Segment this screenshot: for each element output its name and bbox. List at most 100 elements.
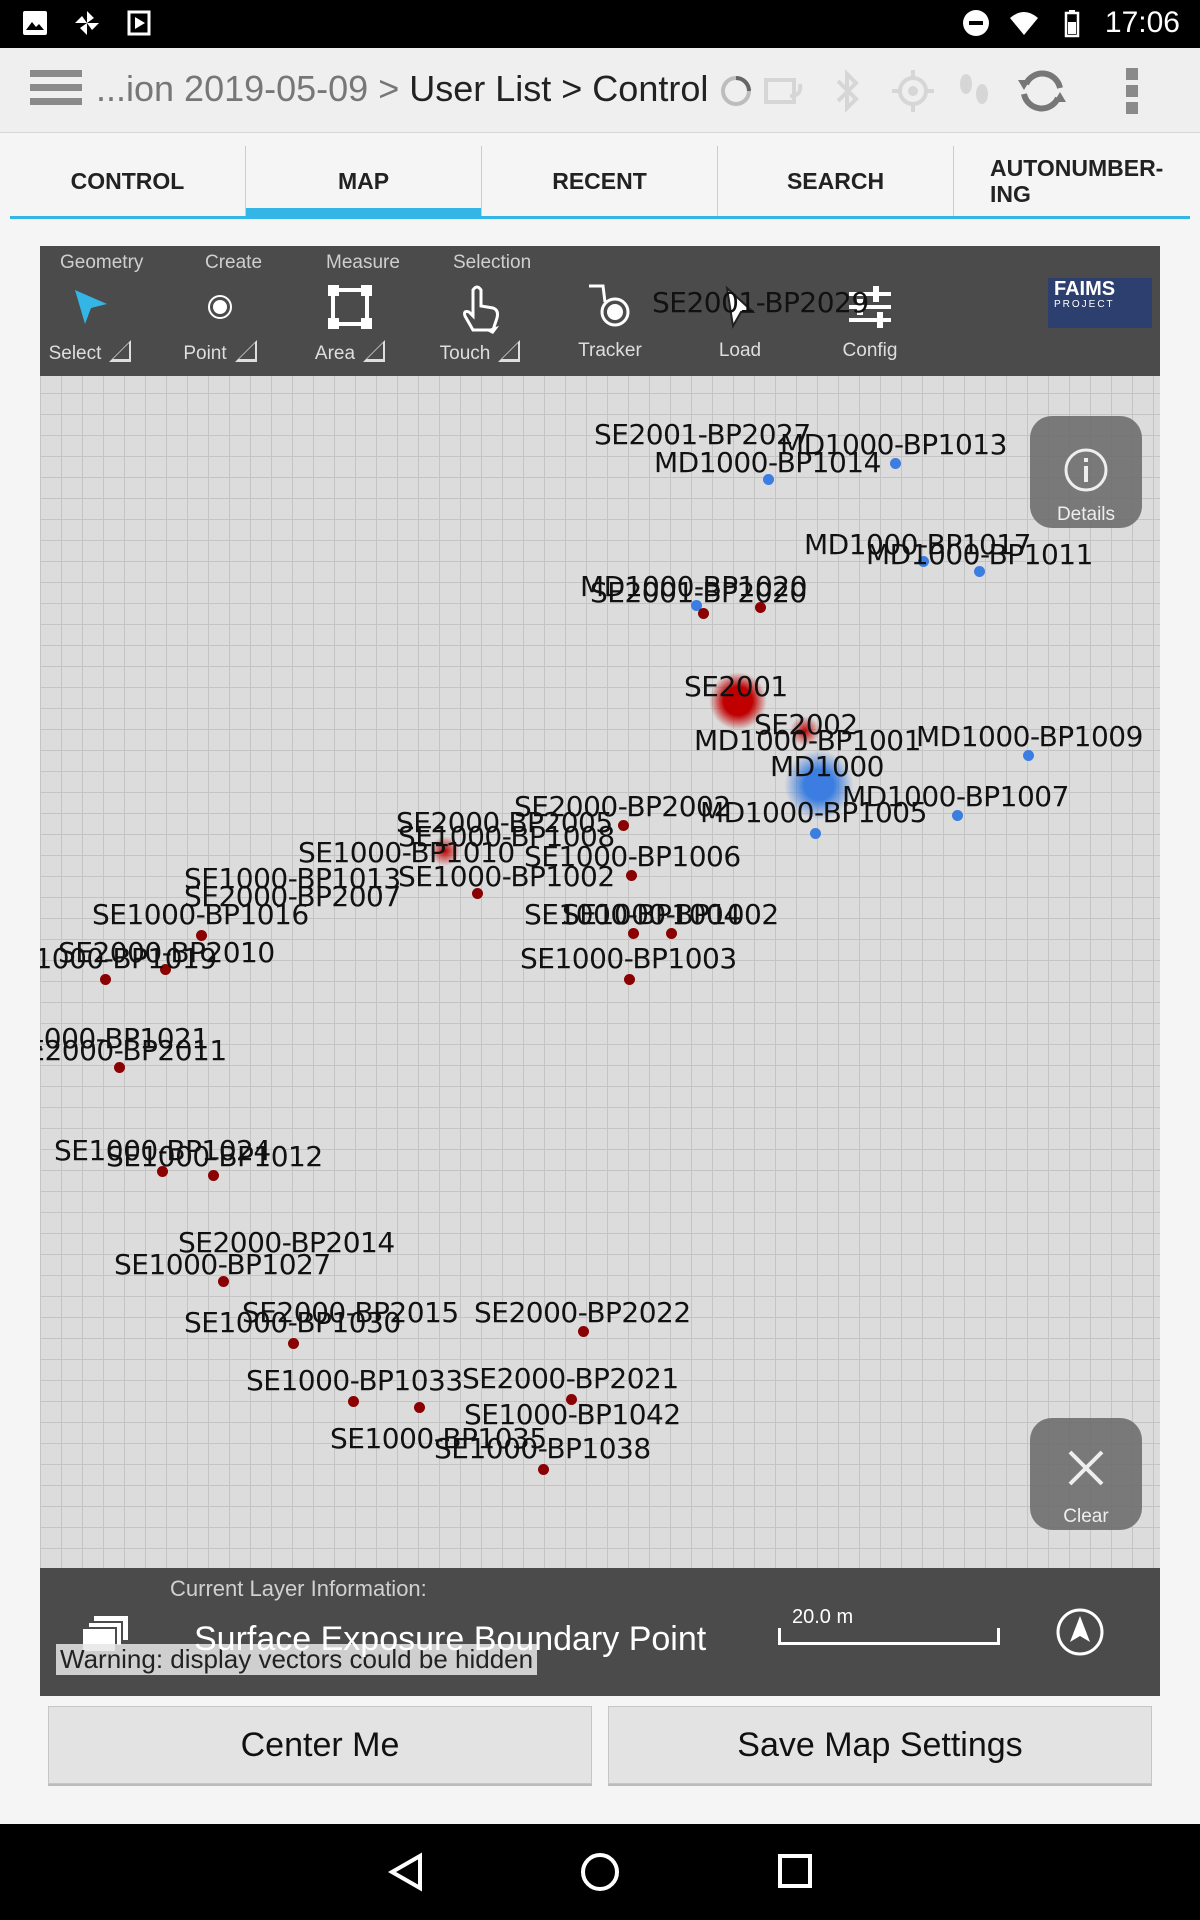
save-map-settings-button[interactable]: Save Map Settings — [608, 1706, 1152, 1784]
config-tool-label: Config — [842, 340, 898, 361]
recents-icon[interactable] — [774, 1850, 818, 1894]
load-tool-label: Load — [718, 340, 762, 361]
map-label[interactable]: SE1000-BP1002 — [398, 860, 615, 893]
details-button[interactable]: Details — [1030, 416, 1142, 528]
faims-logo: FAIMS PROJECT — [1048, 278, 1152, 328]
status-bar: 17:06 — [0, 0, 1200, 48]
loading-spinner-icon — [721, 76, 751, 106]
map-point[interactable] — [288, 1338, 299, 1349]
map-point[interactable] — [100, 974, 111, 985]
arrow-pointer-icon — [75, 290, 107, 324]
map-point[interactable] — [624, 974, 635, 985]
do-not-disturb-icon — [962, 10, 989, 36]
select-tool-label: Select — [48, 343, 102, 364]
menu-icon[interactable] — [30, 70, 82, 110]
touch-tool[interactable]: Touch — [430, 282, 530, 372]
group-label-selection: Selection — [453, 252, 532, 273]
point-tool-label: Point — [183, 343, 227, 364]
video-file-icon — [127, 10, 151, 36]
scale-label: 20.0 m — [792, 1606, 854, 1628]
tab-recent[interactable]: RECENT — [482, 146, 718, 216]
map-label[interactable]: SE2001 — [684, 670, 788, 703]
breadcrumb: ...ion 2019-05-09 > User List > Control — [96, 68, 708, 110]
tab-control[interactable]: CONTROL — [10, 146, 246, 216]
area-tool-label: Area — [314, 343, 356, 364]
tab-search[interactable]: SEARCH — [718, 146, 954, 216]
group-label-create: Create — [205, 252, 263, 273]
wifi-icon — [1009, 12, 1038, 35]
tracker-tool[interactable]: Tracker — [560, 282, 660, 372]
map-label[interactable]: SE2000-BP2011 — [40, 1034, 227, 1067]
info-icon — [1064, 448, 1108, 492]
map-point[interactable] — [538, 1464, 549, 1475]
home-icon[interactable] — [578, 1850, 622, 1894]
details-label: Details — [1056, 504, 1116, 525]
map-label[interactable]: MD1000-BP1009 — [916, 720, 1143, 753]
group-label-geometry: Geometry — [60, 252, 144, 273]
point-icon — [208, 295, 232, 319]
layer-info-bar: Current Layer Information: Warning: disp… — [40, 1568, 1160, 1696]
map-label[interactable]: SE2001-BP2029 — [652, 286, 869, 319]
map-toolbar: Geometry Create Measure Selection Select… — [40, 246, 1160, 376]
map-label[interactable]: SE1000-BP1030 — [184, 1306, 401, 1339]
map-view[interactable]: Geometry Create Measure Selection Select… — [40, 246, 1160, 1696]
polygon-icon — [328, 285, 372, 329]
map-label[interactable]: MD1000 — [770, 750, 884, 783]
image-icon — [23, 11, 47, 35]
touch-tool-label: Touch — [439, 343, 491, 364]
group-label-measure: Measure — [326, 252, 400, 273]
map-label[interactable]: MD1000-BP1005 — [700, 796, 927, 829]
footsteps-icon[interactable] — [952, 66, 996, 116]
action-bar: ...ion 2019-05-09 > User List > Control — [0, 48, 1200, 133]
clear-button[interactable]: Clear — [1030, 1418, 1142, 1530]
map-point[interactable] — [414, 1402, 425, 1413]
tab-map[interactable]: MAP — [246, 146, 482, 219]
map-label[interactable]: SE1000-BP1002 — [562, 898, 779, 931]
tab-autonumbering[interactable]: AUTONUMBER- ING — [954, 146, 1190, 216]
map-label[interactable]: MD1000-BP1011 — [866, 538, 1093, 571]
layer-name[interactable]: Surface Exposure Boundary Point — [194, 1620, 706, 1659]
scale-bar — [778, 1628, 1000, 1645]
navigation-arrow-icon[interactable] — [1054, 1606, 1106, 1658]
map-label[interactable]: SE1000-BP1038 — [434, 1432, 651, 1465]
faims-logo-subtext: PROJECT — [1054, 299, 1115, 310]
close-icon — [1068, 1450, 1104, 1486]
touch-hand-icon — [463, 285, 499, 334]
map-label[interactable]: SE2000-BP2021 — [462, 1362, 679, 1395]
overflow-menu-icon[interactable] — [1122, 66, 1142, 116]
refresh-icon[interactable] — [1014, 66, 1070, 116]
select-tool[interactable]: Select — [40, 282, 140, 372]
tab-bar: CONTROL MAP RECENT SEARCH AUTONUMBER- IN… — [10, 146, 1190, 219]
map-label[interactable]: SE1000-BP1019 — [40, 942, 217, 975]
area-tool[interactable]: Area — [300, 282, 400, 372]
map-label[interactable]: SE2000-BP2022 — [474, 1296, 691, 1329]
gps-icon[interactable] — [888, 66, 938, 116]
breadcrumb-current: User List > Control — [409, 68, 709, 109]
map-point[interactable] — [810, 828, 821, 839]
battery-icon — [1064, 10, 1080, 38]
action-icons — [718, 66, 1198, 116]
map-label[interactable]: SE2001-BP2020 — [590, 576, 807, 609]
center-me-button[interactable]: Center Me — [48, 1706, 592, 1784]
map-label[interactable]: SE1000-BP1003 — [520, 942, 737, 975]
tracker-icon — [589, 284, 630, 327]
map-point[interactable] — [348, 1396, 359, 1407]
map-label[interactable]: SE1000-BP1012 — [106, 1140, 323, 1173]
back-icon[interactable] — [384, 1850, 428, 1894]
map-label[interactable]: MD1000-BP1014 — [654, 446, 881, 479]
clear-label: Clear — [1063, 1506, 1109, 1527]
faims-logo-text: FAIMS — [1054, 278, 1116, 300]
navigation-bar — [0, 1824, 1200, 1920]
layer-info-title: Current Layer Information: — [170, 1576, 427, 1601]
pinwheel-icon — [75, 11, 99, 35]
bluetooth-icon[interactable] — [828, 66, 868, 116]
map-label[interactable]: SE1000-BP1033 — [246, 1364, 463, 1397]
map-label[interactable]: SE1000-BP1027 — [114, 1248, 331, 1281]
point-tool[interactable]: Point — [170, 282, 270, 372]
clock: 17:06 — [1104, 6, 1180, 39]
map-point[interactable] — [698, 608, 709, 619]
map-label[interactable]: SE1000-BP1016 — [92, 898, 309, 931]
tracker-tool-label: Tracker — [578, 340, 642, 361]
breadcrumb-prefix[interactable]: ...ion 2019-05-09 > — [96, 68, 409, 109]
sync-disabled-icon[interactable] — [762, 66, 806, 116]
